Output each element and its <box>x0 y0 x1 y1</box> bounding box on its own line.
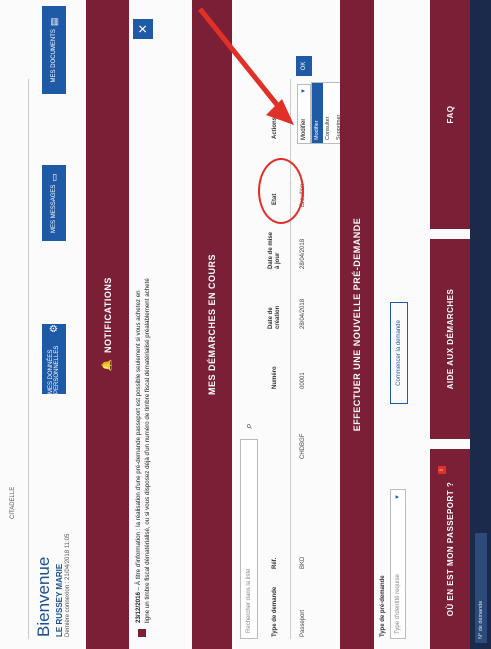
where-passport-label: OÙ EN EST MON PASSEPORT ? <box>445 481 455 617</box>
document-icon: ▤ <box>48 17 59 27</box>
request-number-label: N° de demande <box>478 600 484 639</box>
request-type-select[interactable]: Type d'identité requise ▼ <box>390 489 406 639</box>
row-created: 28/04/2018 <box>300 298 306 329</box>
notification-message: 23/12/2016 – À titre d'information : la … <box>134 77 152 637</box>
row-ref2: CHDBGF <box>300 433 306 459</box>
start-request-button[interactable]: Commencer la demande <box>390 302 408 404</box>
envelope-icon: ▭ <box>48 173 59 182</box>
chevron-down-icon: ▼ <box>301 88 307 94</box>
user-name: LE RUSSEY MARIE <box>55 563 64 637</box>
action-selected-value: Modifier <box>301 118 307 140</box>
help-tile[interactable]: AIDE AUX DÉMARCHES <box>430 239 470 439</box>
notification-text-2: ligne un timbre fiscal dématérialisé, ou… <box>144 278 151 623</box>
new-request-band: EFFECTUER UNE NOUVELLE PRÉ-DEMANDE <box>340 0 374 649</box>
notification-date: 23/12/2016 <box>135 592 142 623</box>
personal-data-button[interactable]: MES DONNÉES PERSONNELLES ⚙ <box>42 324 66 394</box>
col-created: Date de création <box>268 305 281 329</box>
request-type-label: Type de pré-demande <box>380 575 386 637</box>
where-passport-tile[interactable]: OÙ EN EST MON PASSEPORT ? <box>430 449 470 649</box>
col-updated: Date de mise à jour <box>268 231 281 269</box>
close-icon: ✕ <box>136 23 150 35</box>
personal-data-label: MES DONNÉES PERSONNELLES <box>48 345 60 394</box>
bell-icon: 🔔 <box>102 358 113 372</box>
row-updated: 28/04/2018 <box>300 238 306 269</box>
col-type: Type de demande <box>272 586 278 637</box>
close-notification-button[interactable]: ✕ <box>133 19 153 39</box>
search-input[interactable]: Rechercher dans la liste <box>240 439 258 639</box>
search-placeholder: Rechercher dans la liste <box>246 568 252 633</box>
notification-marker <box>138 629 146 637</box>
annotation-circle <box>258 158 304 224</box>
messages-label: MES MESSAGES <box>51 184 57 233</box>
col-numero: Numéro <box>272 366 278 389</box>
notifications-title: NOTIFICATIONS <box>102 277 113 353</box>
action-option-modifier[interactable]: Modifier <box>312 83 323 143</box>
faq-tile[interactable]: FAQ <box>430 0 470 229</box>
chevron-down-icon: ▼ <box>395 494 401 500</box>
site-small-title: CITADELLE <box>10 486 16 519</box>
row-numero: 00001 <box>300 372 306 389</box>
help-label: AIDE AUX DÉMARCHES <box>445 288 455 390</box>
search-icon[interactable]: ⌕ <box>240 417 258 435</box>
new-request-title: EFFECTUER UNE NOUVELLE PRÉ-DEMANDE <box>352 217 362 432</box>
welcome-title: Bienvenue <box>34 556 53 637</box>
gear-icon: ⚙ <box>48 324 60 333</box>
row-ref: BKD <box>300 556 306 569</box>
request-type-placeholder: Type d'identité requise <box>395 574 401 634</box>
notification-text-1: À titre d'information : la réalisation d… <box>135 290 142 586</box>
info-badge: i <box>438 466 446 474</box>
annotation-arrow <box>198 7 294 125</box>
faq-label: FAQ <box>445 105 455 124</box>
last-login: Dernière connexion : 21/04/2018 11:05 <box>65 533 71 637</box>
notifications-band: 🔔 NOTIFICATIONS <box>86 0 129 649</box>
ok-icon: OK <box>301 61 307 71</box>
header-divider <box>28 79 29 639</box>
messages-button[interactable]: MES MESSAGES ▭ <box>42 165 66 241</box>
request-number-field[interactable]: N° de demande <box>475 533 487 643</box>
documents-button[interactable]: MES DOCUMENTS ▤ <box>42 6 66 94</box>
col-ref: Réf. <box>272 557 278 569</box>
rotated-page: CITADELLE Bienvenue LE RUSSEY MARIE Dern… <box>0 0 491 649</box>
demarches-title: MES DÉMARCHES EN COURS <box>207 254 217 396</box>
action-option-consulter[interactable]: Consulter <box>323 83 334 143</box>
row-type: Passeport <box>300 609 306 637</box>
documents-label: MES DOCUMENTS <box>51 29 57 83</box>
